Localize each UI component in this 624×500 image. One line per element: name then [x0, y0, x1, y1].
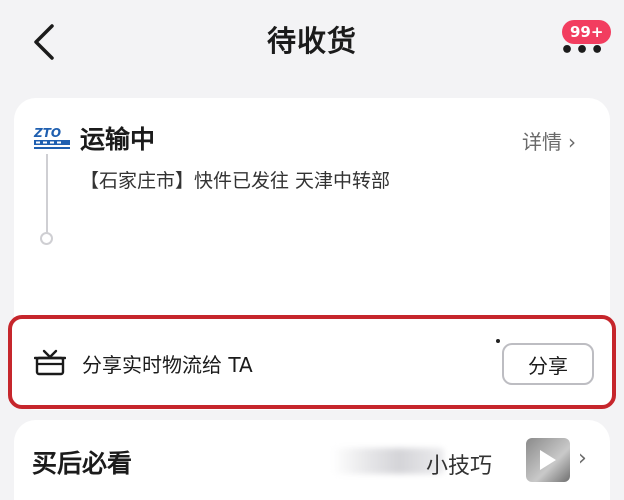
timeline-dot	[40, 232, 53, 245]
carrier-logo-text: ZTO	[33, 126, 61, 140]
after-purchase-card[interactable]: 买后必看 小技巧 ›	[14, 420, 610, 500]
share-logistics-text: 分享实时物流给 TA	[82, 353, 253, 377]
share-logistics-row[interactable]: 分享实时物流给 TA 分享	[8, 315, 616, 409]
details-label: 详情	[522, 130, 562, 154]
more-button[interactable]: ••• 99+	[552, 20, 612, 66]
gift-box-icon	[34, 349, 66, 376]
video-thumbnail[interactable]	[526, 438, 570, 482]
share-button[interactable]: 分享	[502, 343, 594, 385]
shipment-status: 运输中	[80, 125, 156, 154]
timeline-line	[46, 154, 48, 234]
decorative-dot	[496, 339, 500, 343]
notification-badge: 99+	[562, 20, 612, 44]
tips-text: 小技巧	[426, 454, 493, 479]
play-icon	[540, 450, 556, 470]
top-bar: 待收货 ••• 99+	[0, 0, 624, 88]
details-link[interactable]: 详情 ›	[522, 126, 576, 155]
after-purchase-title: 买后必看	[32, 449, 133, 478]
chevron-right-icon: ›	[568, 130, 576, 154]
page-title: 待收货	[266, 24, 357, 58]
chevron-right-icon[interactable]: ›	[578, 446, 587, 471]
tracking-update: 【石家庄市】快件已发往 天津中转部	[80, 170, 391, 192]
carrier-logo-icon: ZTO	[33, 126, 70, 149]
